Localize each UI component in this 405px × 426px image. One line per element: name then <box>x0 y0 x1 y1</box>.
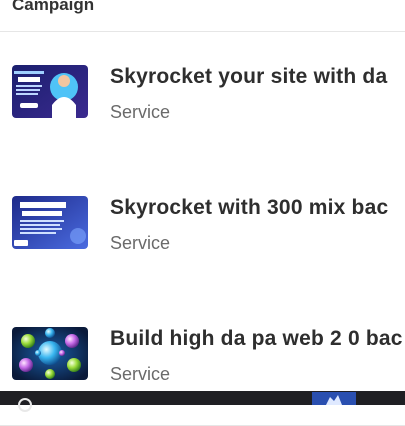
dofollow-backlinks-thumbnail-icon <box>12 196 88 249</box>
table-row[interactable]: Skyrocket with 300 mix bac Service <box>0 163 405 295</box>
campaign-column-header: Campaign <box>12 0 95 14</box>
taskbar-app-thumbnail[interactable] <box>312 392 356 405</box>
campaign-title[interactable]: Skyrocket with 300 mix bac <box>110 196 388 220</box>
web2-spheres-thumbnail-icon <box>12 327 88 380</box>
campaign-type: Service <box>110 364 171 384</box>
campaign-title[interactable]: Skyrocket your site with da <box>110 65 387 89</box>
gig-thumbnail[interactable] <box>12 327 88 380</box>
campaign-title[interactable]: Build high da pa web 2 0 bac <box>110 327 403 351</box>
table-header: Campaign <box>0 0 405 32</box>
campaign-type: Service <box>110 102 171 122</box>
gig-thumbnail[interactable] <box>12 196 88 249</box>
taskbar <box>0 391 405 412</box>
table-row[interactable]: Skyrocket your site with da Service <box>0 32 405 164</box>
gig-thumbnail[interactable] <box>12 65 88 118</box>
app-preview-icon <box>312 392 356 405</box>
table-row[interactable]: Build high da pa web 2 0 bac Service <box>0 294 405 426</box>
da-authority-thumbnail-icon <box>12 65 88 118</box>
search-icon[interactable] <box>18 398 32 412</box>
campaign-type: Service <box>110 233 171 253</box>
